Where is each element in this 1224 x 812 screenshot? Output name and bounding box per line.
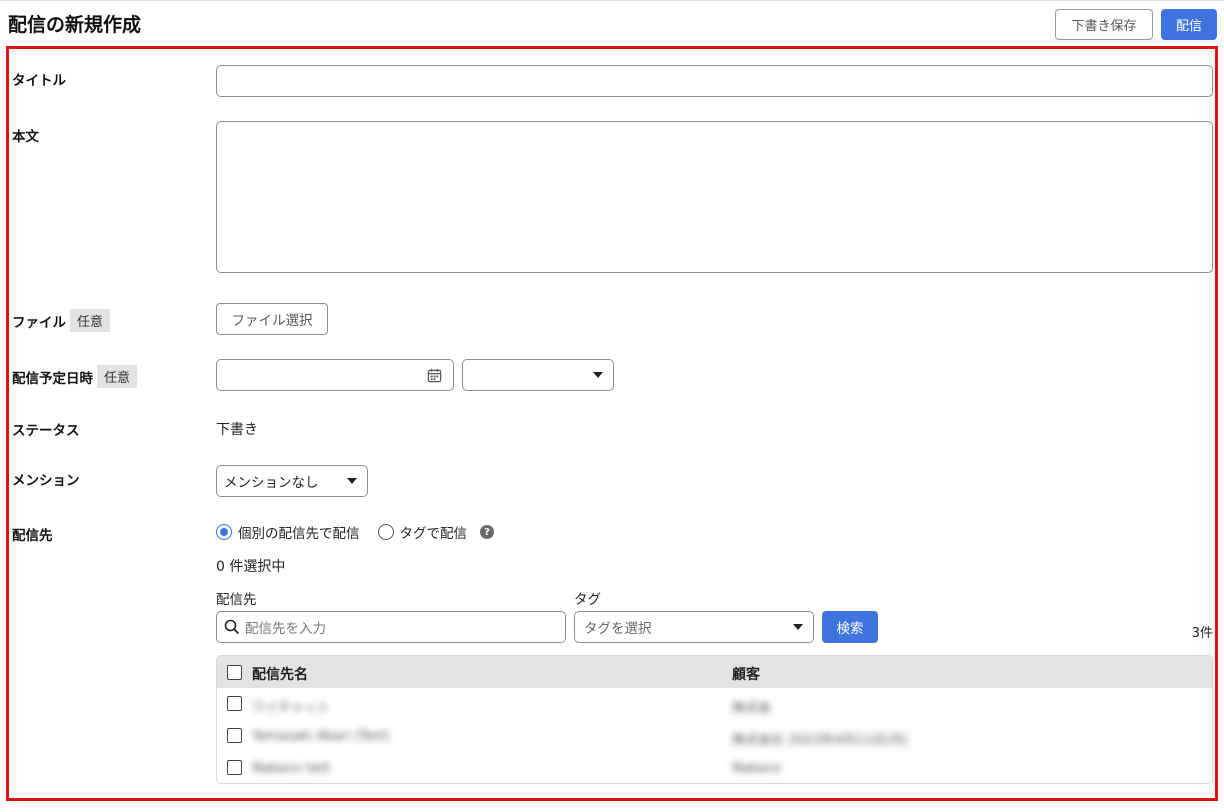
result-count: 3件 xyxy=(1191,626,1213,641)
table-row[interactable]: ワイチャット 株式会 xyxy=(217,688,1212,720)
search-placeholder: 配信先を入力 xyxy=(245,621,326,637)
row-name: Nakano test xyxy=(252,761,331,776)
chevron-down-icon xyxy=(793,624,803,630)
row-customer: 株式会 xyxy=(732,701,772,716)
body-textarea[interactable] xyxy=(216,121,1213,273)
tag-sub-label: タグ xyxy=(574,592,601,608)
mention-select[interactable]: メンションなし xyxy=(216,465,368,497)
row-checkbox[interactable] xyxy=(227,728,242,743)
table-header: 配信先名 顧客 xyxy=(217,656,1212,688)
radio-individual-label[interactable]: 個別の配信先で配信 xyxy=(238,522,360,542)
body-label: 本文 xyxy=(12,129,39,145)
tag-select-placeholder: タグを選択 xyxy=(584,621,652,637)
schedule-label: 配信予定日時 任意 xyxy=(12,365,138,388)
mention-select-value: メンションなし xyxy=(224,475,319,491)
status-label: ステータス xyxy=(12,423,80,439)
radio-tag-label[interactable]: タグで配信 xyxy=(400,522,468,542)
send-button[interactable]: 配信 xyxy=(1161,9,1217,40)
selected-count: 0 件選択中 xyxy=(216,559,286,575)
file-label: ファイル 任意 xyxy=(12,309,111,332)
mention-label: メンション xyxy=(12,473,80,489)
select-all-checkbox[interactable] xyxy=(227,665,242,680)
destination-sub-label: 配信先 xyxy=(216,592,257,608)
row-checkbox[interactable] xyxy=(227,760,242,775)
row-name: Yamasaki Akari (Test) xyxy=(252,729,390,744)
row-customer: 株式会社 2023年4月11日(月) xyxy=(732,733,909,748)
destination-mode-radios: 個別の配信先で配信 タグで配信 ? xyxy=(216,522,494,542)
time-select[interactable] xyxy=(462,359,614,391)
destination-search-input[interactable]: 配信先を入力 xyxy=(216,611,566,643)
row-customer: Nakano xyxy=(732,761,782,776)
status-value: 下書き xyxy=(216,422,258,438)
page-title: 配信の新規作成 xyxy=(8,14,142,36)
row-name: ワイチャット xyxy=(252,701,330,716)
chevron-down-icon xyxy=(347,478,357,484)
calendar-icon[interactable] xyxy=(427,368,442,383)
table-row[interactable]: Yamasaki Akari (Test) 株式会社 2023年4月11日(月) xyxy=(217,720,1212,752)
date-input[interactable] xyxy=(216,359,454,391)
row-checkbox[interactable] xyxy=(227,696,242,711)
table-row[interactable]: Nakano test Nakano xyxy=(217,752,1212,783)
optional-badge: 任意 xyxy=(97,365,138,388)
radio-individual[interactable] xyxy=(216,524,232,540)
tag-select[interactable]: タグを選択 xyxy=(574,611,814,643)
radio-tag[interactable] xyxy=(377,524,394,540)
column-header-customer[interactable]: 顧客 xyxy=(732,664,760,684)
help-icon[interactable]: ? xyxy=(480,525,494,539)
search-icon xyxy=(224,619,240,635)
save-draft-button[interactable]: 下書き保存 xyxy=(1055,9,1153,40)
file-select-button[interactable]: ファイル選択 xyxy=(216,303,328,335)
chevron-down-icon xyxy=(593,372,603,378)
optional-badge: 任意 xyxy=(70,309,111,332)
title-input[interactable] xyxy=(216,65,1213,97)
column-header-name[interactable]: 配信先名 xyxy=(252,664,308,684)
destination-label: 配信先 xyxy=(12,528,53,544)
title-label: タイトル xyxy=(12,73,66,89)
destination-table: 配信先名 顧客 ワイチャット 株式会 Yamasaki Akari (Test)… xyxy=(216,655,1213,784)
top-divider xyxy=(0,0,1224,1)
search-button[interactable]: 検索 xyxy=(822,611,878,643)
